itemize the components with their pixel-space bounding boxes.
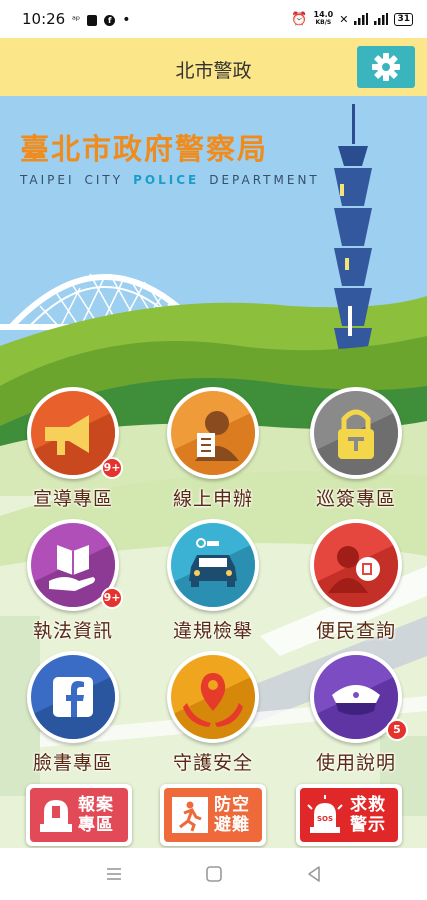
location-hands-icon <box>171 673 255 739</box>
tile-online-application[interactable]: 線上申辦 <box>153 387 273 511</box>
settings-button[interactable] <box>357 46 415 88</box>
svg-text:SOS: SOS <box>317 815 333 823</box>
tile-label: 執法資訊 <box>32 620 113 642</box>
net-speed: 14.0 KB/S <box>313 10 334 27</box>
vibrate-icon: ᵃᵖ <box>72 14 81 26</box>
status-bar: 10:26 ᵃᵖ f • ⏰ 14.0 KB/S ✕ 31 <box>0 0 427 38</box>
notification-icons: ᵃᵖ f • <box>72 12 130 28</box>
hero-title: 臺北市政府警察局 <box>20 132 269 166</box>
back-icon[interactable] <box>304 864 324 884</box>
tile-label: 便民查詢 <box>315 620 396 642</box>
sos-icon: SOS <box>307 795 343 833</box>
siren-icon <box>40 800 72 832</box>
alarm-icon: ⏰ <box>291 11 308 27</box>
signal-icon <box>354 13 369 25</box>
notification-badge: 5 <box>386 719 408 741</box>
system-icons: ⏰ 14.0 KB/S ✕ 31 <box>291 11 413 27</box>
tile-label: 違規檢舉 <box>172 620 253 642</box>
tile-advocacy[interactable]: 宣導專區 9+ <box>13 387 133 511</box>
mute-icon: ✕ <box>339 12 349 26</box>
facebook-icon <box>31 675 115 739</box>
app-bar: 北市警政 <box>0 38 427 96</box>
officer-document-icon <box>171 411 255 475</box>
tile-violation-report[interactable]: 違規檢舉 <box>153 519 273 643</box>
tile-instructions[interactable]: 使用說明 5 <box>296 651 416 775</box>
tile-law-enforcement-info[interactable]: 執法資訊 9+ <box>13 519 133 643</box>
tile-label: 使用說明 <box>315 752 396 774</box>
tile-label: 線上申辦 <box>172 488 253 510</box>
tile-label: 宣導專區 <box>32 488 113 510</box>
padlock-icon <box>314 409 398 475</box>
tile-public-inquiry[interactable]: 便民查詢 <box>296 519 416 643</box>
tile-label: 守護安全 <box>172 752 253 774</box>
tile-label: 臉書專區 <box>32 752 113 774</box>
tile-safety-guard[interactable]: 守護安全 <box>153 651 273 775</box>
battery-icon: 31 <box>394 12 413 26</box>
notification-badge: 9+ <box>101 457 123 479</box>
car-icon <box>171 538 255 607</box>
tile-patrol[interactable]: 巡簽專區 <box>296 387 416 511</box>
gear-icon <box>372 53 400 81</box>
air-raid-shelter-button[interactable]: 防空 避難 <box>160 784 266 846</box>
report-case-button[interactable]: 報案 專區 <box>26 784 132 846</box>
tile-label: 巡簽專區 <box>315 488 396 510</box>
home-icon[interactable] <box>204 864 224 884</box>
signal-icon <box>374 13 389 25</box>
sos-alert-button[interactable]: SOS 求救 警示 <box>296 784 402 846</box>
bag-icon <box>87 14 98 26</box>
hero-subtitle: TAIPEI CITY POLICE DEPARTMENT <box>20 173 320 187</box>
person-search-icon <box>314 543 398 607</box>
dot-icon: • <box>122 12 131 28</box>
system-nav-bar <box>0 848 427 900</box>
exit-runner-icon <box>172 797 208 833</box>
status-time: 10:26 <box>22 10 66 28</box>
notification-badge: 9+ <box>101 587 123 609</box>
tile-facebook[interactable]: 臉書專區 <box>13 651 133 775</box>
facebook-icon: f <box>104 14 116 26</box>
recents-icon[interactable] <box>104 864 124 884</box>
